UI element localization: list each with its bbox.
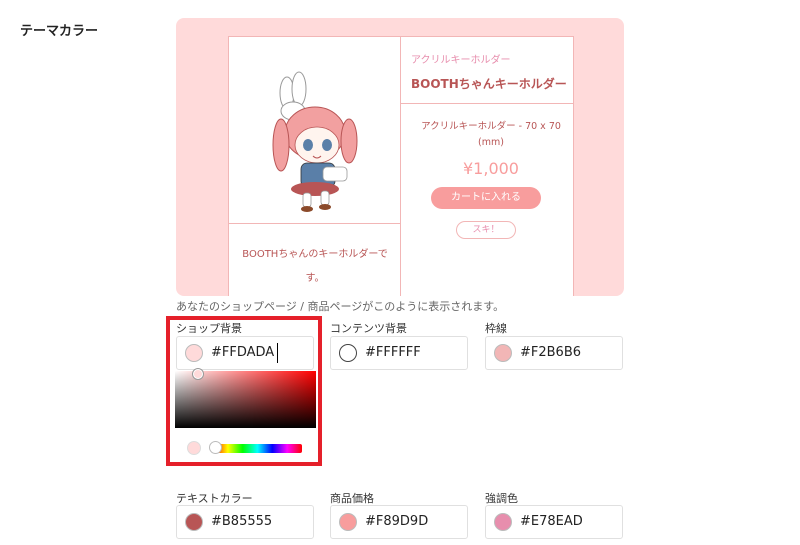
theme-preview: BOOTHちゃんのキーホルダーで す。 アクリルキーホルダー BOOTHちゃんキ… (176, 18, 624, 296)
color-swatch[interactable] (494, 513, 512, 531)
preview-divider (401, 103, 573, 104)
content-bg-input[interactable]: #FFFFFF (330, 336, 468, 370)
preview-divider (229, 223, 400, 224)
color-swatch[interactable] (494, 344, 512, 362)
product-price: ¥1,000 (463, 159, 519, 178)
price-color-input[interactable]: #F89D9D (330, 505, 468, 539)
product-description: BOOTHちゃんのキーホルダーで す。 (242, 249, 388, 284)
accent-color-input[interactable]: #E78EAD (485, 505, 623, 539)
product-category: アクリルキーホルダー (411, 55, 511, 66)
price-color-label: 商品価格 (330, 492, 374, 505)
preview-caption: あなたのショップページ / 商品ページがこのように表示されます。 (176, 300, 505, 313)
border-color-value: #F2B6B6 (520, 345, 582, 360)
border-color-label: 枠線 (485, 322, 507, 335)
accent-color-label: 強調色 (485, 492, 518, 505)
highlight-box (166, 316, 322, 466)
color-swatch[interactable] (339, 513, 357, 531)
product-image (272, 71, 358, 212)
preview-divider (400, 37, 401, 296)
border-color-input[interactable]: #F2B6B6 (485, 336, 623, 370)
section-title: テーマカラー (20, 24, 99, 39)
price-color-value: #F89D9D (365, 514, 429, 529)
content-bg-value: #FFFFFF (365, 345, 421, 360)
product-variant: アクリルキーホルダー - 70 x 70 (mm) (421, 121, 561, 148)
text-color-value: #B85555 (211, 514, 273, 529)
accent-color-value: #E78EAD (520, 514, 583, 529)
color-swatch[interactable] (185, 513, 203, 531)
text-color-input[interactable]: #B85555 (176, 505, 314, 539)
color-swatch[interactable] (339, 344, 357, 362)
add-to-cart-button: カートに入れる (431, 187, 541, 209)
content-bg-label: コンテンツ背景 (330, 322, 407, 335)
like-button: スキ！ (456, 221, 516, 239)
product-name: BOOTHちゃんキーホルダー (411, 77, 567, 91)
text-color-label: テキストカラー (176, 492, 253, 505)
preview-product-card: BOOTHちゃんのキーホルダーで す。 アクリルキーホルダー BOOTHちゃんキ… (228, 36, 574, 296)
